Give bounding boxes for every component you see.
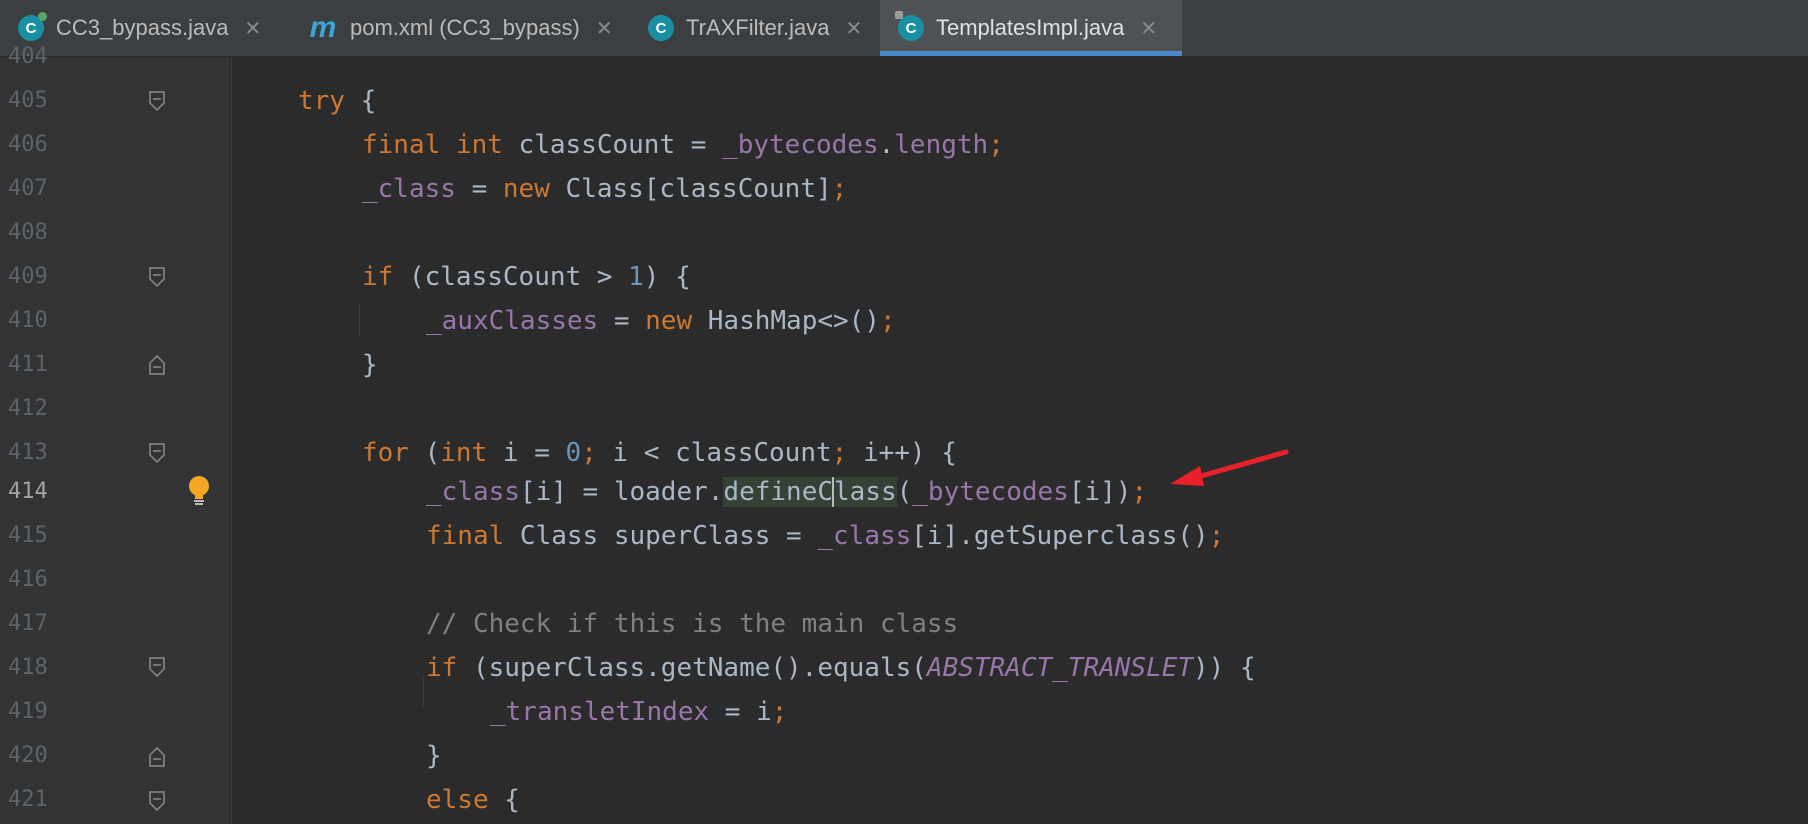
line-number: 418 — [8, 655, 48, 680]
line-number: 405 — [8, 88, 48, 113]
code-line-420: } — [426, 741, 442, 771]
code-line-414: _class[i] = loader.defineClass(_bytecode… — [426, 477, 1148, 507]
line-number: 415 — [8, 523, 48, 548]
code-line-413: for (int i = 0; i < classCount; i++) { — [362, 438, 957, 468]
indent-guide — [231, 57, 232, 824]
line-number: 404 — [8, 44, 48, 69]
fold-open-icon[interactable] — [149, 657, 165, 677]
code-line-421: else { — [426, 785, 520, 815]
code-editor[interactable]: try { final int classCount = _bytecodes.… — [230, 57, 1808, 824]
line-number-current: 414 — [8, 479, 48, 504]
text-caret: lass — [832, 477, 897, 507]
line-number: 406 — [8, 132, 48, 157]
close-icon[interactable]: ✕ — [244, 16, 261, 40]
line-number: 410 — [8, 308, 48, 333]
line-number: 408 — [8, 220, 48, 245]
code-line-407: _class = new Class[classCount]; — [362, 174, 848, 204]
indent-guide — [359, 304, 360, 337]
code-line-415: final Class superClass = _class[i].getSu… — [426, 521, 1225, 551]
tab-label: CC3_bypass.java — [56, 15, 229, 40]
line-number: 413 — [8, 440, 48, 465]
line-number: 421 — [8, 787, 48, 812]
highlighted-usage: defineC — [723, 477, 833, 507]
line-number-gutter: 404 405 406 407 408 409 410 411 412 413 … — [0, 44, 230, 824]
tab-label: TrAXFilter.java — [686, 15, 830, 40]
tab-traxfilter[interactable]: C TrAXFilter.java ✕ — [630, 0, 880, 56]
fold-open-icon[interactable] — [149, 267, 165, 287]
code-line-417: // Check if this is the main class — [426, 609, 959, 639]
tab-label: TemplatesImpl.java — [936, 15, 1125, 40]
fold-open-icon[interactable] — [149, 791, 165, 811]
code-line-406: final int classCount = _bytecodes.length… — [362, 130, 1004, 160]
tab-pom-xml[interactable]: m pom.xml (CC3_bypass) ✕ — [290, 0, 630, 56]
maven-m-icon: m — [309, 11, 337, 44]
fold-close-icon[interactable] — [149, 355, 165, 375]
class-icon: C — [648, 15, 674, 41]
fold-close-icon[interactable] — [149, 747, 165, 767]
code-line-409: if (classCount > 1) { — [362, 262, 691, 292]
tab-templatesimpl[interactable]: C TemplatesImpl.java ✕ — [880, 0, 1182, 56]
close-icon[interactable]: ✕ — [1140, 16, 1157, 40]
line-number: 416 — [8, 567, 48, 592]
close-icon[interactable]: ✕ — [596, 16, 613, 40]
line-number: 419 — [8, 699, 48, 724]
tab-label: pom.xml (CC3_bypass) — [350, 15, 580, 40]
editor-tab-bar: C CC3_bypass.java ✕ m pom.xml (CC3_bypas… — [0, 0, 1808, 57]
close-icon[interactable]: ✕ — [845, 16, 862, 40]
code-line-418: if (superClass.getName().equals(ABSTRACT… — [426, 653, 1256, 683]
fold-open-icon[interactable] — [149, 91, 165, 111]
red-arrow-annotation — [1160, 440, 1300, 500]
line-number: 420 — [8, 743, 48, 768]
line-number: 407 — [8, 176, 48, 201]
code-line-410: _auxClasses = new HashMap<>(); — [426, 306, 896, 336]
code-line-405: try { — [298, 86, 377, 116]
line-number: 412 — [8, 396, 48, 421]
line-number: 411 — [8, 352, 48, 377]
indent-guide — [423, 674, 424, 707]
intention-bulb-icon[interactable] — [186, 474, 212, 508]
line-number: 409 — [8, 264, 48, 289]
line-number: 417 — [8, 611, 48, 636]
fold-open-icon[interactable] — [149, 443, 165, 463]
code-line-419: _transletIndex = i; — [490, 697, 788, 727]
code-line-411: } — [362, 350, 378, 380]
class-locked-icon: C — [895, 11, 924, 41]
